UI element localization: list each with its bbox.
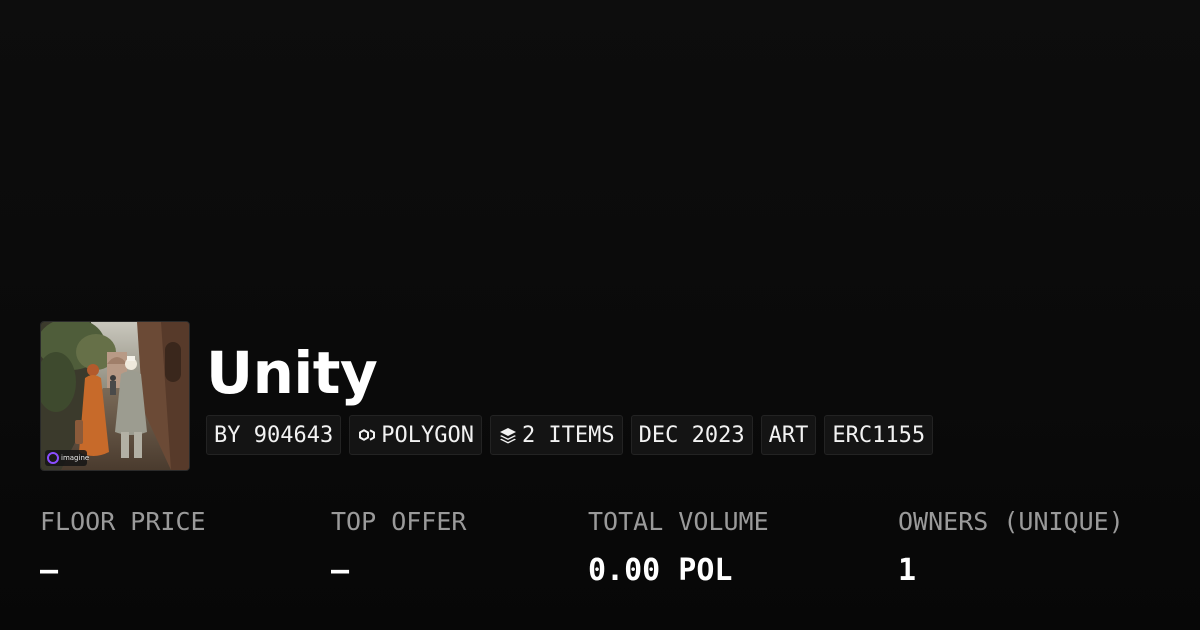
created-date-chip-label: DEC 2023 <box>638 422 745 448</box>
creator-chip-label: BY 904643 <box>214 422 334 448</box>
collection-thumbnail: imagine <box>40 321 190 471</box>
collection-share-card: imagine Unity BY 904643 POLYGON 2 ITEMS … <box>0 0 1200 630</box>
stat-label: TOTAL VOLUME <box>588 507 769 536</box>
watermark-text: imagine <box>61 454 90 462</box>
stat-label: FLOOR PRICE <box>40 507 206 536</box>
stat-total-volume: TOTAL VOLUME 0.00 POL <box>588 500 769 598</box>
stat-value: 0.00 POL <box>588 553 733 588</box>
token-standard-chip: ERC1155 <box>824 415 934 455</box>
stat-value: 1 <box>898 553 917 588</box>
stat-top-offer: TOP OFFER – <box>331 500 466 598</box>
layers-icon <box>499 428 516 444</box>
chain-chip-label: POLYGON <box>381 422 474 448</box>
collection-meta-chips: BY 904643 POLYGON 2 ITEMS DEC 2023 ART E… <box>206 415 934 455</box>
stat-owners-unique: OWNERS (UNIQUE) 1 <box>898 500 1124 598</box>
creator-chip[interactable]: BY 904643 <box>206 415 342 455</box>
stat-label: TOP OFFER <box>331 507 467 536</box>
polygon-chain-icon <box>359 429 376 441</box>
created-date-chip: DEC 2023 <box>630 415 753 455</box>
collection-stats: FLOOR PRICE – TOP OFFER – TOTAL VOLUME 0… <box>0 500 1200 600</box>
category-chip-label: ART <box>768 422 809 448</box>
stat-floor-price: FLOOR PRICE – <box>40 500 206 598</box>
item-count-chip[interactable]: 2 ITEMS <box>489 415 623 455</box>
collection-art-image <box>41 322 189 470</box>
stat-value: – <box>40 553 59 588</box>
token-standard-chip-label: ERC1155 <box>832 422 926 448</box>
chain-chip[interactable]: POLYGON <box>349 415 482 455</box>
stat-label: OWNERS (UNIQUE) <box>898 507 1124 536</box>
stat-value: – <box>331 553 350 588</box>
collection-title: Unity <box>206 339 378 407</box>
category-chip[interactable]: ART <box>760 415 817 455</box>
item-count-chip-label: 2 ITEMS <box>521 422 615 448</box>
